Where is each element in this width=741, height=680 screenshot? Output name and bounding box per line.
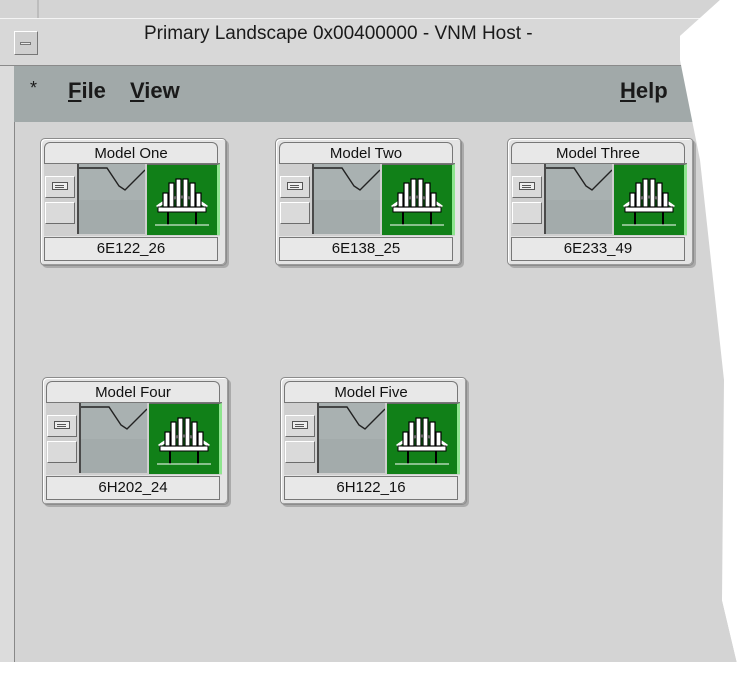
model-options-button[interactable]: [280, 176, 310, 198]
options-icon: [52, 182, 68, 190]
trend-graph-icon: [312, 164, 380, 234]
model-card[interactable]: Model Three 6E233_49: [507, 138, 694, 266]
menu-file-mnemonic: F: [68, 78, 82, 103]
model-body: [511, 163, 687, 236]
trend-graph-icon: [544, 164, 612, 234]
trend-graph-icon: [79, 403, 147, 473]
window-left-frame: [0, 18, 15, 680]
window-menu-button[interactable]: [14, 31, 38, 55]
trend-graph-icon: [317, 403, 385, 473]
model-card[interactable]: Model One 6E122_26: [40, 138, 227, 266]
bridge-icon: [622, 178, 676, 226]
window-title: Primary Landscape 0x00400000 - VNM Host …: [144, 23, 533, 44]
model-id: 6H202_24: [46, 476, 220, 500]
model-id: 6E138_25: [279, 237, 453, 261]
model-id: 6E122_26: [44, 237, 218, 261]
model-card[interactable]: Model Four 6H202_24: [42, 377, 229, 505]
model-blank-button[interactable]: [45, 202, 75, 224]
model-blank-button[interactable]: [280, 202, 310, 224]
model-options-button[interactable]: [285, 415, 315, 437]
model-card[interactable]: Model Five 6H122_16: [280, 377, 467, 505]
menu-help-rest: elp: [635, 78, 668, 103]
model-id: 6H122_16: [284, 476, 458, 500]
menu-file[interactable]: File: [68, 78, 106, 104]
frame-top-stub: [37, 0, 39, 18]
model-id: 6E233_49: [511, 237, 685, 261]
model-options-button[interactable]: [512, 176, 542, 198]
status-indicator[interactable]: [387, 403, 460, 474]
bridge-icon: [395, 417, 449, 465]
model-body: [284, 402, 460, 475]
window-menu-icon: [20, 42, 31, 45]
model-blank-button[interactable]: [47, 441, 77, 463]
model-name: Model Three: [511, 142, 685, 163]
title-bar[interactable]: Primary Landscape 0x00400000 - VNM Host …: [0, 18, 741, 66]
status-indicator[interactable]: [614, 164, 687, 235]
model-name: Model One: [44, 142, 218, 163]
options-icon: [287, 182, 303, 190]
model-name: Model Two: [279, 142, 453, 163]
menu-star: *: [30, 78, 38, 98]
options-icon: [519, 182, 535, 190]
trend-graph-icon: [77, 164, 145, 234]
model-options-button[interactable]: [47, 415, 77, 437]
menu-view[interactable]: View: [130, 78, 180, 104]
options-icon: [292, 421, 308, 429]
model-blank-button[interactable]: [512, 202, 542, 224]
menu-bar: * File View Help: [14, 66, 741, 122]
app-window: Primary Landscape 0x00400000 - VNM Host …: [0, 0, 741, 680]
model-name: Model Five: [284, 381, 458, 402]
model-name: Model Four: [46, 381, 220, 402]
model-body: [46, 402, 222, 475]
model-body: [44, 163, 220, 236]
bridge-icon: [390, 178, 444, 226]
bridge-icon: [157, 417, 211, 465]
bridge-icon: [155, 178, 209, 226]
menu-view-rest: iew: [144, 78, 180, 103]
menu-file-rest: ile: [81, 78, 106, 103]
status-indicator[interactable]: [149, 403, 222, 474]
status-indicator[interactable]: [382, 164, 455, 235]
menu-help-mnemonic: H: [620, 78, 636, 103]
menu-view-mnemonic: V: [130, 78, 145, 103]
model-card[interactable]: Model Two 6E138_25: [275, 138, 462, 266]
model-options-button[interactable]: [45, 176, 75, 198]
menu-help[interactable]: Help: [620, 78, 668, 104]
model-body: [279, 163, 455, 236]
status-indicator[interactable]: [147, 164, 220, 235]
model-blank-button[interactable]: [285, 441, 315, 463]
options-icon: [54, 421, 70, 429]
